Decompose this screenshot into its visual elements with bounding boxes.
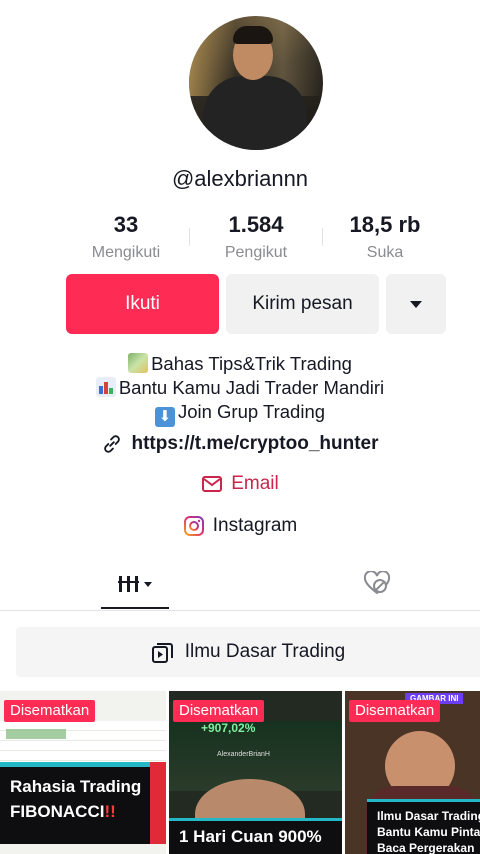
instagram-icon [183, 516, 204, 536]
thumbnail-caption: FIBONACCI!! [10, 802, 116, 822]
thumbnail-image [6, 729, 66, 739]
avatar-hair [233, 26, 273, 44]
bio-text-1: Bahas Tips&Trik Trading [151, 353, 352, 374]
pinned-badge: Disematkan [349, 700, 441, 722]
thumbnail-overlay-value: +907,02% [201, 721, 256, 735]
email-button[interactable]: Email [0, 473, 480, 495]
bio-text-2: Bantu Kamu Jadi Trader Mandiri [118, 377, 385, 398]
thumbnail-caption: Baca Pergerakan [377, 841, 475, 854]
video-thumbnail[interactable]: GAMBAR INI Disematkan Ilmu Dasar Trading… [345, 691, 480, 854]
thumbnail-caption: Bantu Kamu Pinta [377, 825, 480, 839]
playlist-label: Ilmu Dasar Trading [184, 641, 346, 662]
active-tab-indicator [101, 607, 169, 609]
thumbnail-caption: Ilmu Dasar Trading [377, 809, 480, 823]
stat-likes-value: 18,5 rb [349, 212, 421, 237]
send-message-button[interactable]: Kirim pesan [226, 274, 379, 334]
bio-text-3: Join Grup Trading [177, 401, 326, 422]
instagram-label: Instagram [212, 515, 298, 536]
bio-link[interactable]: https://t.me/cryptoo_hunter [0, 433, 480, 455]
down-arrow-icon: ⬇ [154, 407, 175, 427]
thumbnail-caption-text: FIBONACCI [10, 802, 105, 821]
mail-icon [202, 476, 223, 492]
thumbnail-caption-mark: !! [104, 802, 116, 821]
playlist-icon [151, 643, 173, 663]
email-label: Email [231, 473, 279, 494]
playlist-button[interactable]: Ilmu Dasar Trading [16, 627, 480, 677]
profile-avatar[interactable] [189, 16, 323, 150]
link-icon [104, 435, 121, 453]
video-thumbnail[interactable]: +907,02% AlexanderBrianH Disematkan 1 Ha… [169, 691, 342, 854]
pinned-badge: Disematkan [173, 700, 265, 722]
avatar-shirt [203, 76, 307, 150]
thumbnail-caption: 1 Hari Cuan 900% [179, 827, 322, 846]
instagram-link[interactable]: Instagram [0, 515, 480, 537]
bio-line-3: ⬇ Join Grup Trading [0, 400, 480, 427]
tab-videos[interactable] [101, 560, 169, 608]
thumbnail-caption: Rahasia Trading [10, 777, 142, 796]
tab-liked[interactable] [352, 560, 402, 608]
hidden-heart-icon [363, 571, 391, 595]
stat-divider [322, 228, 323, 246]
bio-line-1: Bahas Tips&Trik Trading [0, 352, 480, 376]
thumbnail-accent [150, 762, 166, 844]
stat-divider [189, 228, 190, 246]
more-options-button[interactable] [386, 274, 446, 334]
video-thumbnail[interactable]: Disematkan Rahasia Trading FIBONACCI!! [0, 691, 166, 854]
caret-down-icon [410, 300, 422, 308]
stat-followers-label: Pengikut [224, 244, 288, 261]
bio-link-text: https://t.me/cryptoo_hunter [131, 433, 379, 454]
bio-line-2: Bantu Kamu Jadi Trader Mandiri [0, 376, 480, 400]
thumbnail-overlay-name: AlexanderBrianH [217, 751, 270, 758]
stat-following[interactable]: 33 Mengikuti [66, 212, 186, 264]
video-grid: Disematkan Rahasia Trading FIBONACCI!! +… [0, 691, 480, 854]
money-wings-icon [128, 353, 149, 373]
stat-likes[interactable]: 18,5 rb Suka [325, 212, 445, 264]
content-tab-bar [0, 560, 480, 611]
stat-likes-label: Suka [366, 244, 404, 261]
stat-following-label: Mengikuti [91, 244, 161, 261]
follow-button[interactable]: Ikuti [66, 274, 219, 334]
bar-chart-icon [95, 377, 116, 397]
stat-followers[interactable]: 1.584 Pengikut [196, 212, 316, 264]
pinned-badge: Disematkan [4, 700, 96, 722]
profile-handle: @alexbriannn [171, 166, 309, 191]
grid-icon [118, 576, 152, 592]
stat-followers-value: 1.584 [228, 212, 284, 237]
stat-following-value: 33 [113, 212, 139, 237]
